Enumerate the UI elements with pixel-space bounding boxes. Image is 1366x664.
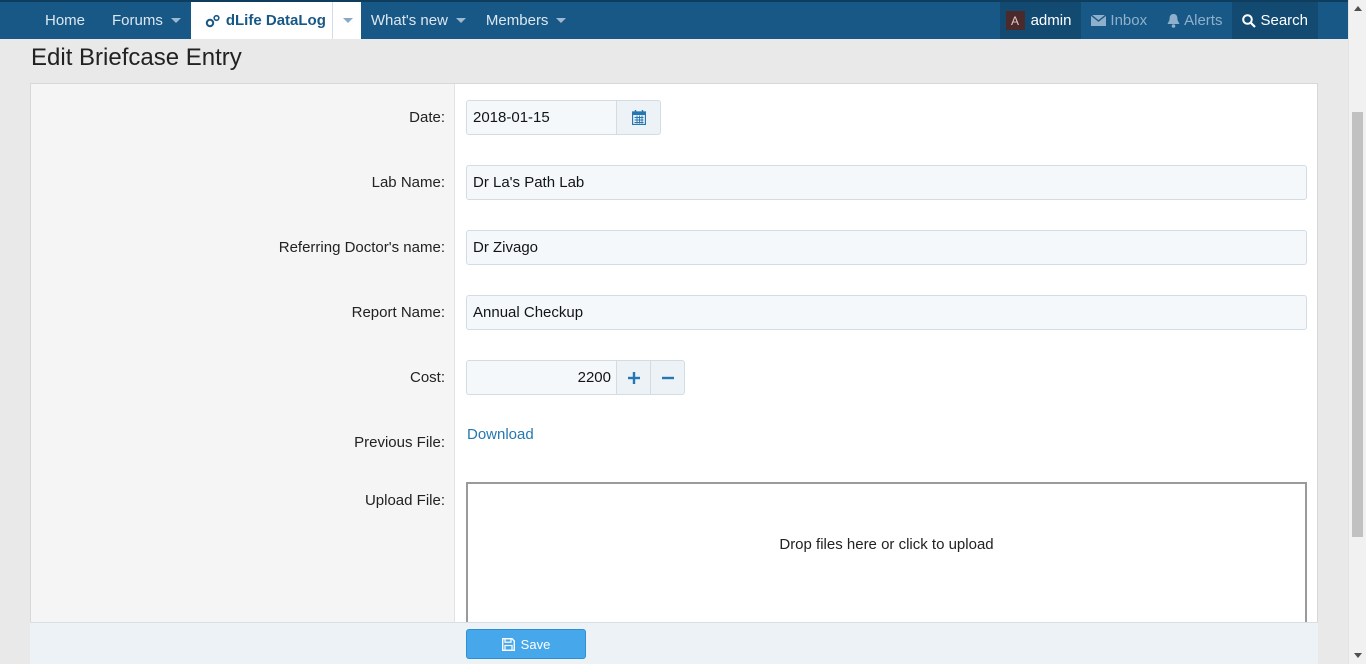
doctor-name-input[interactable]: Dr Zivago: [466, 230, 1307, 265]
plus-icon: [627, 371, 640, 384]
account-menu[interactable]: A admin: [999, 2, 1082, 39]
page-scrollbar[interactable]: [1348, 0, 1366, 664]
previous-file-label: Previous File:: [354, 434, 445, 451]
dropzone-text: Drop files here or click to upload: [779, 536, 994, 553]
top-navbar: Home Forums dLife DataLog What's new Mem…: [0, 0, 1348, 39]
nav-primary: Home Forums dLife DataLog What's new Mem…: [28, 2, 576, 39]
date-input[interactable]: 2018-01-15: [466, 100, 617, 135]
nav-dlife-datalog-label: dLife DataLog: [225, 12, 326, 29]
nav-inbox[interactable]: Inbox: [1081, 2, 1157, 39]
gears-icon: [205, 14, 220, 27]
upload-dropzone[interactable]: Drop files here or click to upload: [466, 482, 1307, 644]
form-label-column: [31, 84, 455, 642]
cost-label: Cost:: [409, 369, 445, 386]
floppy-disk-icon: [501, 637, 515, 651]
nav-search-label: Search: [1260, 12, 1308, 29]
edit-entry-form: Date: 2018-01-15 Lab Name: Dr La's Path …: [30, 83, 1318, 644]
account-username: admin: [1030, 12, 1072, 29]
scroll-up-icon[interactable]: [1354, 6, 1362, 11]
chevron-down-icon[interactable]: [342, 18, 353, 23]
nav-alerts[interactable]: Alerts: [1157, 2, 1232, 39]
cost-decrement-button[interactable]: [650, 360, 685, 395]
nav-home-label: Home: [45, 12, 86, 29]
nav-alerts-label: Alerts: [1184, 12, 1223, 29]
minus-icon: [661, 376, 674, 379]
nav-split-divider: [331, 2, 333, 39]
upload-file-label: Upload File:: [364, 492, 445, 509]
nav-whats-new-label: What's new: [370, 12, 448, 29]
nav-search[interactable]: Search: [1232, 2, 1318, 39]
scroll-down-icon[interactable]: [1354, 653, 1362, 658]
nav-members[interactable]: Members: [476, 2, 577, 39]
save-button-label: Save: [520, 636, 551, 652]
report-name-input[interactable]: Annual Checkup: [466, 295, 1307, 330]
calendar-icon: [631, 110, 646, 125]
nav-dlife-datalog[interactable]: dLife DataLog: [190, 2, 361, 39]
nav-whats-new[interactable]: What's new: [361, 2, 476, 39]
report-name-label: Report Name:: [351, 304, 445, 321]
nav-forums-label: Forums: [112, 12, 163, 29]
date-picker-button[interactable]: [616, 100, 661, 135]
nav-inbox-label: Inbox: [1110, 12, 1148, 29]
cost-input[interactable]: 2200: [466, 360, 617, 395]
nav-forums[interactable]: Forums: [102, 2, 191, 39]
bell-icon: [1167, 13, 1180, 28]
lab-name-label: Lab Name:: [371, 174, 445, 191]
cost-increment-button[interactable]: [616, 360, 651, 395]
nav-members-label: Members: [485, 12, 549, 29]
search-icon: [1242, 13, 1257, 28]
chevron-down-icon[interactable]: [170, 18, 181, 23]
nav-account: A admin Inbox Alerts Search: [999, 2, 1318, 39]
form-footer-bar: Save: [30, 622, 1318, 664]
chevron-down-icon[interactable]: [556, 18, 567, 23]
save-button[interactable]: Save: [466, 629, 586, 659]
doctor-name-label: Referring Doctor's name:: [278, 239, 445, 256]
lab-name-input[interactable]: Dr La's Path Lab: [466, 165, 1307, 200]
nav-home[interactable]: Home: [28, 2, 102, 39]
envelope-icon: [1091, 15, 1107, 26]
avatar: A: [1005, 11, 1025, 30]
scroll-thumb[interactable]: [1352, 112, 1363, 537]
page-title: Edit Briefcase Entry: [31, 44, 242, 71]
date-label: Date:: [409, 109, 445, 126]
download-link[interactable]: Download: [467, 426, 534, 443]
chevron-down-icon[interactable]: [455, 18, 466, 23]
